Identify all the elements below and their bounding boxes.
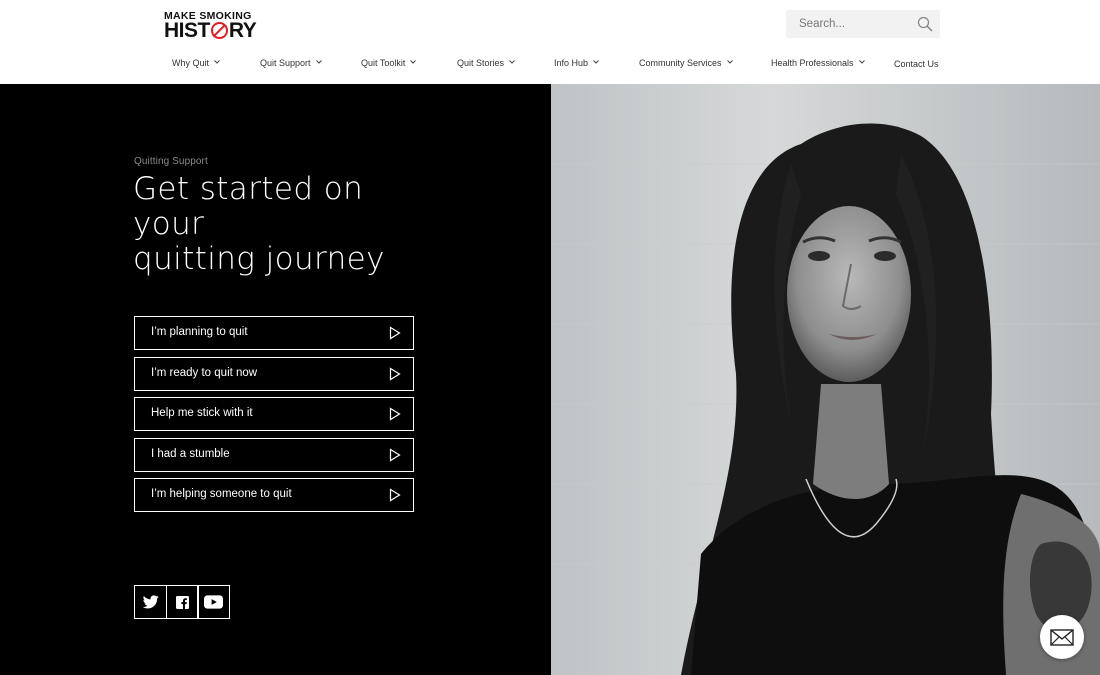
nav-item-quit-support[interactable]: Quit Support xyxy=(260,58,323,68)
no-smoking-icon xyxy=(210,22,228,39)
search-icon[interactable] xyxy=(917,16,933,32)
option-label: I’m helping someone to quit xyxy=(151,488,292,500)
chevron-down-icon xyxy=(858,60,865,64)
option-ready-to-quit-now[interactable]: I’m ready to quit now xyxy=(134,357,414,391)
twitter-icon xyxy=(142,595,159,609)
nav-item-community-services[interactable]: Community Services xyxy=(639,58,734,68)
option-planning-to-quit[interactable]: I’m planning to quit xyxy=(134,316,414,350)
option-label: I’m ready to quit now xyxy=(151,367,258,379)
nav-item-quit-toolkit[interactable]: Quit Toolkit xyxy=(361,58,417,68)
search-box xyxy=(786,10,940,38)
option-label: I’m planning to quit xyxy=(151,326,248,338)
portrait-photo xyxy=(551,84,1100,675)
play-arrow-icon xyxy=(389,407,401,421)
make-smoking-history-logo[interactable]: MAKE SMOKING HIST RY xyxy=(164,10,264,42)
contact-mail-button[interactable] xyxy=(1040,615,1084,659)
play-arrow-icon xyxy=(389,367,401,381)
play-arrow-icon xyxy=(389,448,401,462)
nav-item-info-hub[interactable]: Info Hub xyxy=(554,58,600,68)
chevron-down-icon xyxy=(410,60,417,64)
logo-bottom-text: HIST RY xyxy=(164,19,257,42)
option-had-a-stumble[interactable]: I had a stumble xyxy=(134,438,414,472)
nav-item-health-professionals[interactable]: Health Professionals xyxy=(771,58,866,68)
twitter-link[interactable] xyxy=(134,585,167,619)
hero-photo xyxy=(551,84,1100,675)
chevron-down-icon xyxy=(593,60,599,64)
play-arrow-icon xyxy=(389,488,401,502)
nav-item-quit-stories[interactable]: Quit Stories xyxy=(457,58,516,68)
social-links xyxy=(134,585,230,619)
option-label: Help me stick with it xyxy=(151,407,253,419)
option-help-stick-with-it[interactable]: Help me stick with it xyxy=(134,397,414,431)
page-title: Get started on your quitting journey xyxy=(133,171,385,277)
chevron-down-icon xyxy=(315,60,322,64)
nav-item-contact-us[interactable]: Contact Us xyxy=(894,59,939,69)
youtube-link[interactable] xyxy=(197,585,230,619)
chevron-down-icon xyxy=(726,60,733,64)
option-label: I had a stumble xyxy=(151,448,230,460)
youtube-icon xyxy=(204,595,223,609)
search-input[interactable] xyxy=(786,10,906,38)
section-eyebrow: Quitting Support xyxy=(134,156,208,167)
main-nav: Why Quit Quit Support Quit Toolkit Quit … xyxy=(0,58,1100,78)
chevron-down-icon xyxy=(509,60,515,64)
option-helping-someone-quit[interactable]: I’m helping someone to quit xyxy=(134,478,414,512)
hero-panel: Quitting Support Get started on your qui… xyxy=(0,84,551,675)
mail-icon xyxy=(1050,628,1074,646)
facebook-link[interactable] xyxy=(165,585,199,619)
site-header: MAKE SMOKING HISTRY Why Quit Quit Suppor… xyxy=(0,0,1100,84)
facebook-icon xyxy=(175,595,189,609)
play-arrow-icon xyxy=(389,326,401,340)
chevron-down-icon xyxy=(214,60,220,64)
nav-item-why-quit[interactable]: Why Quit xyxy=(172,58,221,68)
